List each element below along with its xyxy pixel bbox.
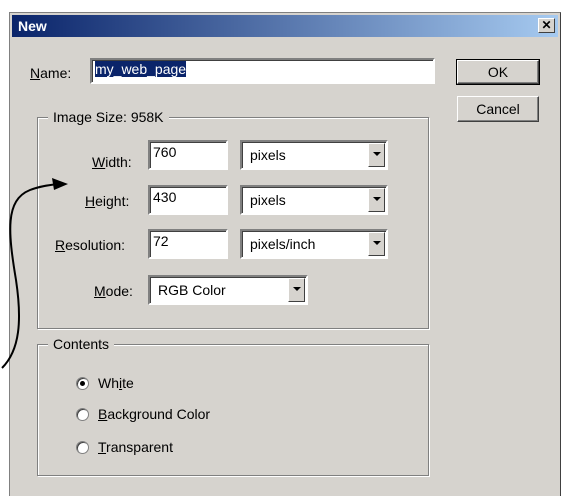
callout-arrow-line [1,183,59,369]
callout-arrow [1,178,68,369]
arrow-head-icon [52,178,68,190]
